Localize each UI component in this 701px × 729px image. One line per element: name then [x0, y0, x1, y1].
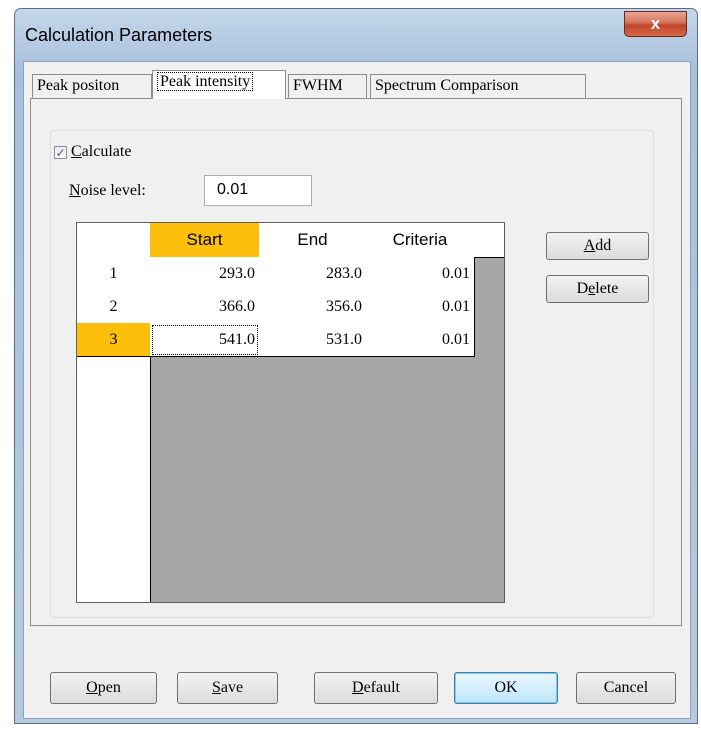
tab-label: FWHM [293, 77, 343, 94]
checkmark-icon: ✓ [55, 145, 66, 160]
table-cell-end[interactable]: 283.0 [259, 257, 367, 291]
table-cell-criteria[interactable]: 0.01 [366, 257, 475, 291]
table-cell-criteria[interactable]: 0.01 [366, 323, 475, 357]
tab-peak-intensity[interactable]: Peak intensity [152, 70, 286, 99]
calculate-checkbox-row[interactable]: ✓ Calculate [54, 142, 136, 162]
calculate-checkbox[interactable]: ✓ [54, 145, 67, 160]
add-button[interactable]: Add [546, 232, 649, 260]
grid-corner-cell [77, 223, 151, 258]
column-header-filler [474, 223, 504, 258]
close-icon: x [650, 14, 661, 33]
tab-peak-position[interactable]: Peak positon [32, 74, 152, 98]
delete-button[interactable]: Delete [546, 275, 649, 303]
column-header-criteria[interactable]: Criteria [366, 223, 475, 258]
table-cell-start[interactable]: 366.0 [150, 290, 260, 324]
tab-fwhm[interactable]: FWHM [288, 74, 367, 98]
row-header[interactable]: 2 [77, 290, 151, 324]
tab-spectrum-comparison[interactable]: Spectrum Comparison [370, 74, 586, 98]
close-button[interactable]: x [624, 11, 687, 37]
tab-label: Spectrum Comparison [375, 77, 519, 94]
tab-label: Peak intensity [157, 72, 254, 91]
table-cell-criteria[interactable]: 0.01 [366, 290, 475, 324]
column-header-start[interactable]: Start [150, 223, 260, 258]
dialog-client-area: Peak positon Peak intensity FWHM Spectru… [23, 61, 691, 719]
parameters-grid[interactable]: Start End Criteria 1 293.0 283.0 0.01 2 … [76, 222, 505, 603]
column-header-end[interactable]: End [259, 223, 367, 258]
save-button[interactable]: Save [177, 672, 278, 704]
noise-level-input[interactable]: 0.01 [204, 175, 312, 206]
dialog-window: Calculation Parameters x Peak positon Pe… [14, 8, 698, 724]
table-cell-start-focused[interactable]: 541.0 [150, 323, 260, 357]
table-cell-start[interactable]: 293.0 [150, 257, 260, 291]
title-bar[interactable]: Calculation Parameters x [15, 9, 697, 61]
row-header-selected[interactable]: 3 [77, 323, 151, 357]
calculate-label: Calculate [71, 143, 132, 160]
tab-label: Peak positon [37, 77, 120, 94]
cancel-button[interactable]: Cancel [576, 672, 676, 704]
noise-level-label: Noise level: [69, 182, 146, 199]
default-button[interactable]: Default [314, 672, 438, 704]
table-cell-end[interactable]: 531.0 [259, 323, 367, 357]
ok-button[interactable]: OK [454, 672, 558, 704]
row-header[interactable]: 1 [77, 257, 151, 291]
window-title: Calculation Parameters [25, 25, 213, 45]
table-cell-end[interactable]: 356.0 [259, 290, 367, 324]
open-button[interactable]: Open [50, 672, 157, 704]
